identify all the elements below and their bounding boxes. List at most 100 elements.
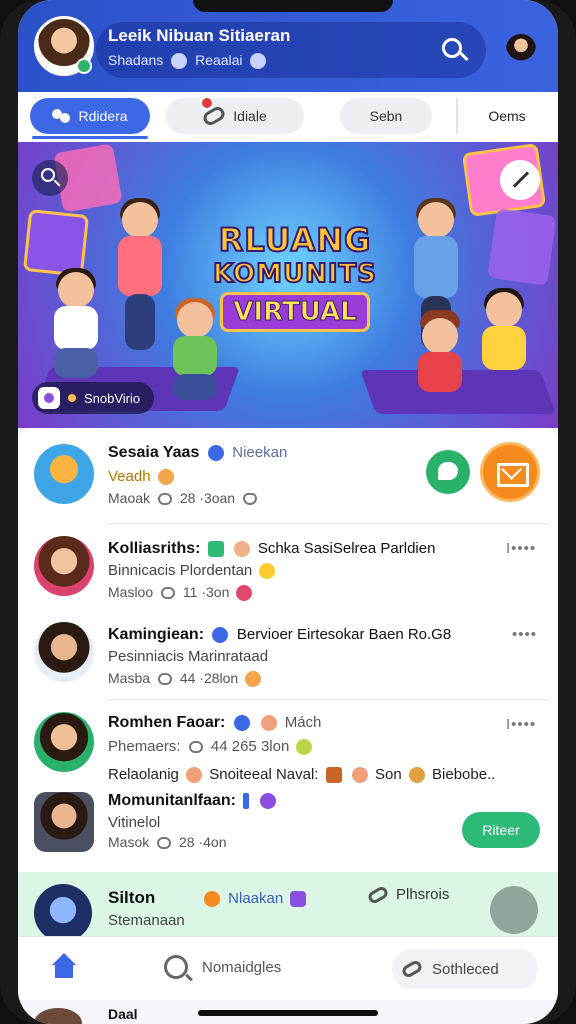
member-link[interactable]: Plhsrois: [366, 884, 449, 905]
nav-search[interactable]: Nomaidgles: [164, 955, 281, 979]
member-feed: Sesaia Yaas Nieekan Veadh Maoak 28 ·3oan: [18, 428, 558, 872]
notification-badge: [200, 96, 214, 110]
member-name: Silton: [108, 888, 156, 907]
member-name: Momunitanlfaan:: [108, 792, 236, 809]
member-name: Relaolanig: [108, 766, 179, 783]
emoji-icon: [296, 739, 313, 756]
tab-idiale[interactable]: Idiale: [166, 96, 304, 134]
app-screen: Leeik Nibuan Sitiaeran Shadans Reaalai R…: [18, 0, 558, 1024]
meta-label: Maoak: [108, 490, 151, 506]
search-icon: [164, 955, 188, 979]
member-tag: Mách: [284, 714, 322, 731]
member-name: Sesaia Yaas: [108, 444, 200, 461]
link-icon: [366, 884, 390, 905]
follow-button[interactable]: Riteer: [462, 812, 540, 848]
tab-bar: Rdidera Idiale Sebn Oems: [18, 92, 558, 142]
banner-search-icon[interactable]: [32, 160, 68, 196]
comment-icon[interactable]: [157, 493, 172, 506]
more-options-icon[interactable]: I••••: [506, 540, 536, 557]
member-tag[interactable]: Nieekan: [232, 444, 287, 461]
comment-icon[interactable]: [161, 587, 176, 600]
message-button[interactable]: [480, 442, 540, 502]
chip-label: SnobVirio: [84, 390, 141, 406]
comment-icon[interactable]: [157, 837, 172, 850]
people-icon: [52, 109, 71, 123]
timestamp: 265 3lon: [231, 738, 290, 755]
meta-label: Masloo: [108, 584, 154, 600]
comment-icon[interactable]: [157, 673, 172, 686]
badge-icon: [290, 891, 307, 908]
search-icon[interactable]: [438, 34, 472, 68]
screen-card: [487, 208, 557, 286]
member-name: Kamingiean:: [108, 626, 205, 643]
emoji-icon: [234, 540, 251, 557]
home-indicator[interactable]: [198, 1010, 378, 1016]
tab-rdidera[interactable]: Rdidera: [30, 98, 150, 134]
tab-label: Idiale: [233, 108, 267, 124]
avatar-laughing-girl: [46, 268, 106, 382]
emoji-icon: [351, 767, 368, 784]
action-fab[interactable]: [490, 886, 538, 934]
emoji-icon: [408, 767, 425, 784]
member-name: Kolliasriths:: [108, 540, 201, 557]
timestamp: ·28lon: [199, 670, 239, 686]
tab-sebn[interactable]: Sebn: [340, 98, 432, 134]
member-extra: Biebobe..: [432, 766, 496, 783]
more-options-icon[interactable]: ••••: [512, 626, 537, 643]
member-status: Binnicacis Plordentan: [108, 562, 253, 579]
avatar-hat-child: [410, 310, 470, 398]
comment-count: 28: [179, 834, 195, 850]
member-avatar[interactable]: [34, 1008, 82, 1024]
member-avatar[interactable]: [34, 884, 92, 942]
community-chip[interactable]: SnobVirio: [32, 382, 155, 414]
comment-count: 44: [210, 738, 228, 755]
member-status: Veadh: [108, 468, 151, 485]
more-options-icon[interactable]: I••••: [506, 716, 536, 733]
member-avatar[interactable]: [34, 622, 94, 682]
comment-icon[interactable]: [188, 741, 203, 754]
verified-icon: [204, 891, 220, 908]
meta-label: Masok: [108, 834, 150, 850]
avatar-sitting-boy: [476, 288, 532, 382]
emoji-icon: [259, 792, 276, 809]
home-icon[interactable]: [52, 953, 76, 979]
comment-count: 28: [179, 490, 196, 506]
avatar-dancing-girl: [110, 198, 170, 352]
highlighted-member-row[interactable]: Silton Nlaakan Stemanaan Plhsrois: [18, 872, 558, 942]
online-status-icon: [76, 58, 92, 74]
tab-label: Rdidera: [78, 108, 128, 124]
member-avatar[interactable]: [34, 536, 94, 596]
photo-card: [22, 209, 90, 277]
member-name: Romhen Faoar:: [108, 714, 226, 731]
verified-icon: [207, 444, 224, 461]
community-logo-icon: [38, 387, 60, 409]
tab-label: Sebn: [369, 108, 403, 124]
bottom-navigation: Nomaidgles Sothleced: [18, 936, 558, 1000]
member-avatar[interactable]: [34, 444, 94, 504]
timestamp: ·3oan: [199, 490, 236, 506]
list-item[interactable]: Sesaia Yaas Nieekan Veadh Maoak 28 ·3oan: [18, 428, 558, 524]
member-avatar[interactable]: [34, 792, 94, 852]
member-tag[interactable]: Nlaakan: [200, 890, 309, 908]
heart-icon[interactable]: [242, 493, 257, 506]
emoji-icon: [325, 767, 342, 784]
member-extra: Son: [374, 766, 402, 783]
member-status: Stemanaan: [108, 912, 185, 929]
profile-avatar-small[interactable]: [506, 34, 536, 64]
edit-pen-icon[interactable]: [500, 160, 540, 200]
tab-oems[interactable]: Oems: [456, 98, 556, 134]
member-avatar[interactable]: [34, 712, 94, 772]
group-icon: [250, 53, 267, 70]
emoji-icon: [157, 469, 174, 486]
comment-count: 44: [179, 670, 196, 686]
member-tag: Snoiteeal Naval:: [209, 766, 319, 783]
community-banner[interactable]: RLUANG KOMUNITS VIRTUAL SnobVirio: [18, 142, 558, 428]
header-subtitle: Shadans Reaalai: [108, 52, 270, 70]
nav-search-label: Nomaidgles: [202, 958, 282, 976]
banner-title-line3: VIRTUAL: [220, 292, 370, 332]
nav-connected[interactable]: Sothleced: [392, 949, 538, 989]
chat-button[interactable]: [426, 450, 470, 494]
banner-title-line2: KOMUNITS: [212, 258, 377, 290]
list-item[interactable]: Kamingiean: Bervioer Eirtesokar Baen Ro.…: [18, 610, 558, 700]
list-item[interactable]: Kolliasriths: Schka SasiSelrea Parldien …: [18, 524, 558, 610]
